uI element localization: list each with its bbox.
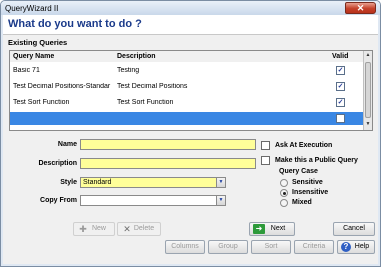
valid-checkbox[interactable]	[336, 114, 345, 123]
description-cell: Testing	[117, 67, 140, 74]
help-icon: ?	[341, 242, 351, 252]
column-header-description[interactable]: Description	[117, 53, 156, 60]
new-icon: ✚	[79, 224, 87, 234]
copy-from-select[interactable]: ▼	[80, 195, 226, 206]
query-case-label: Query Case	[279, 168, 318, 175]
window-title: QueryWizard II	[5, 4, 59, 13]
scroll-down-icon[interactable]: ▼	[364, 120, 372, 129]
radio-sensitive[interactable]	[280, 179, 288, 187]
chevron-down-icon[interactable]: ▼	[216, 178, 225, 187]
description-cell: Test Decimal Positions	[117, 83, 188, 90]
table-row-selected[interactable]	[10, 112, 364, 125]
next-button-label: Next	[270, 225, 286, 232]
delete-button[interactable]: ✕ Delete	[117, 222, 161, 236]
scroll-up-icon[interactable]: ▲	[364, 51, 372, 60]
style-label: Style	[60, 179, 77, 186]
delete-button-label: Delete	[133, 225, 155, 232]
chevron-down-icon[interactable]: ▼	[216, 196, 225, 205]
radio-sensitive-label: Sensitive	[292, 179, 323, 186]
radio-insensitive-label: Insensitive	[292, 189, 329, 196]
query-name-cell: Basic 71	[13, 67, 40, 74]
title-bar: QueryWizard II ✕	[1, 1, 380, 15]
columns-button[interactable]: Columns	[165, 240, 205, 254]
description-cell: Test Sort Function	[117, 99, 174, 106]
ask-at-execution-checkbox[interactable]	[261, 141, 270, 150]
dialog-body: What do you want to do ? Existing Querie…	[3, 15, 378, 264]
sort-button[interactable]: Sort	[251, 240, 291, 254]
radio-mixed-label: Mixed	[292, 199, 312, 206]
table-row[interactable]: Test Decimal Positions-Standar Test Deci…	[10, 80, 364, 93]
column-header-valid[interactable]: Valid	[332, 53, 348, 60]
description-field[interactable]	[80, 158, 256, 169]
radio-insensitive[interactable]	[280, 189, 288, 197]
query-name-cell: Test Decimal Positions-Standar	[13, 83, 111, 90]
new-button[interactable]: ✚ New	[73, 222, 115, 236]
style-value: Standard	[83, 179, 112, 186]
page-title: What do you want to do ?	[8, 18, 142, 30]
query-name-cell: Test Sort Function	[13, 99, 70, 106]
public-query-checkbox[interactable]	[261, 156, 270, 165]
delete-icon: ✕	[123, 224, 131, 234]
new-button-label: New	[91, 225, 106, 232]
table-row[interactable]: Basic 71 Testing ✓	[10, 64, 364, 77]
group-button[interactable]: Group	[208, 240, 248, 254]
grid-scrollbar[interactable]: ▲ ▼	[363, 51, 372, 130]
close-button[interactable]: ✕	[345, 2, 376, 14]
next-arrow-icon: ➜	[253, 224, 265, 234]
next-button[interactable]: ➜ Next	[249, 222, 295, 236]
valid-checkbox[interactable]: ✓	[336, 82, 345, 91]
table-row[interactable]: Test Sort Function Test Sort Function ✓	[10, 96, 364, 109]
cancel-button[interactable]: Cancel	[333, 222, 375, 236]
help-button[interactable]: ? Help	[337, 240, 375, 254]
style-select[interactable]: Standard ▼	[80, 177, 226, 188]
existing-queries-label: Existing Queries	[8, 38, 68, 47]
ask-at-execution-label: Ask At Execution	[275, 142, 333, 149]
header-band: What do you want to do ?	[3, 15, 378, 35]
valid-checkbox[interactable]: ✓	[336, 66, 345, 75]
existing-queries-grid[interactable]: Query Name Description Valid Basic 71 Te…	[9, 50, 373, 131]
query-wizard-window: QueryWizard II ✕ What do you want to do …	[0, 0, 381, 267]
grid-header: Query Name Description Valid	[10, 51, 364, 62]
scroll-thumb[interactable]	[365, 62, 371, 118]
description-label: Description	[38, 160, 77, 167]
public-query-label: Make this a Public Query	[275, 157, 358, 164]
criteria-button[interactable]: Criteria	[294, 240, 334, 254]
copy-from-label: Copy From	[40, 197, 77, 204]
radio-mixed[interactable]	[280, 199, 288, 207]
help-button-label: Help	[354, 243, 370, 250]
column-header-query-name[interactable]: Query Name	[13, 53, 54, 60]
name-label: Name	[57, 141, 77, 148]
valid-checkbox[interactable]: ✓	[336, 98, 345, 107]
name-field[interactable]	[80, 139, 256, 150]
